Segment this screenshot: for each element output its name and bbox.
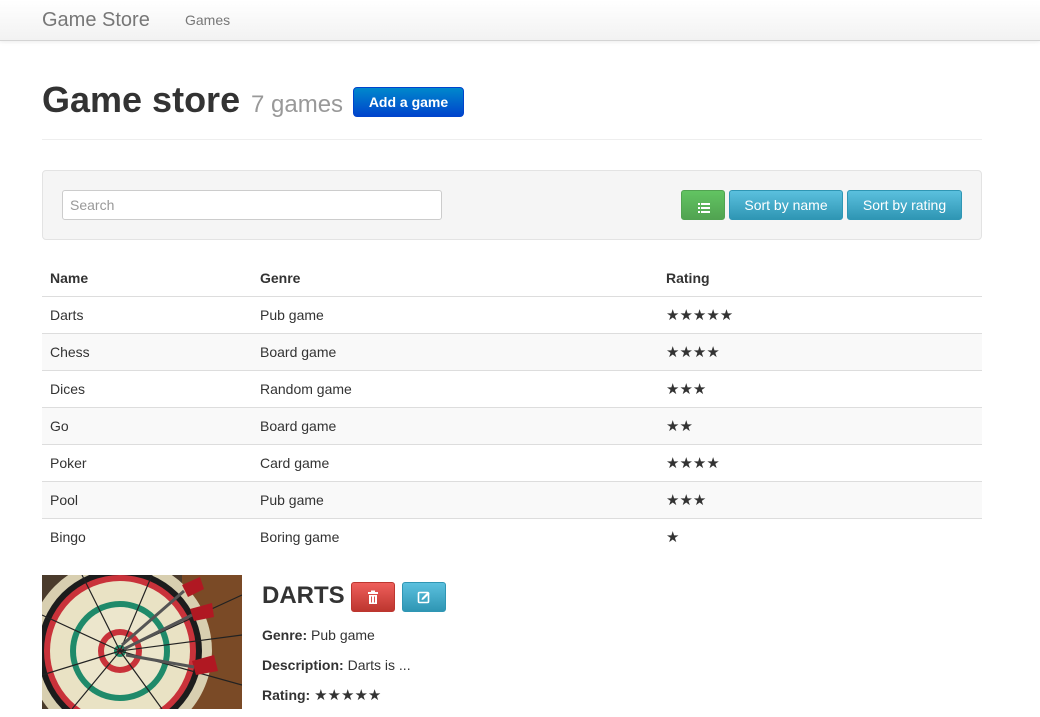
game-name: Darts bbox=[50, 307, 84, 323]
add-game-button[interactable]: Add a game bbox=[353, 87, 464, 117]
detail-rating-label: Rating: bbox=[262, 687, 311, 703]
table-row[interactable]: Pool Pub game ★★★ bbox=[42, 481, 982, 519]
detail-description: Description: Darts is ... bbox=[262, 657, 411, 673]
delete-button[interactable] bbox=[351, 582, 395, 612]
table-row[interactable]: Bingo Boring game ★ bbox=[42, 518, 982, 555]
detail-description-label: Description: bbox=[262, 657, 344, 673]
game-genre: Boring game bbox=[252, 518, 658, 555]
detail-rating-value: ★★★★★ bbox=[314, 687, 382, 704]
game-rating: ★★ bbox=[658, 407, 982, 445]
game-genre: Card game bbox=[252, 444, 658, 482]
sort-by-rating-button[interactable]: Sort by rating bbox=[847, 190, 962, 220]
column-header-genre[interactable]: Genre bbox=[252, 259, 658, 297]
table-row[interactable]: Go Board game ★★ bbox=[42, 407, 982, 445]
game-rating: ★★★ bbox=[658, 370, 982, 408]
game-count: 7 games bbox=[251, 91, 344, 118]
navbar: Game Store Games bbox=[0, 0, 1040, 41]
detail-genre: Genre: Pub game bbox=[262, 627, 375, 643]
toolbar: Sort by name Sort by rating bbox=[42, 170, 982, 240]
game-name: Chess bbox=[42, 333, 252, 371]
game-genre: Board game bbox=[252, 407, 658, 445]
game-name: Pool bbox=[42, 481, 252, 519]
table-row[interactable]: Dices Random game ★★★ bbox=[42, 370, 982, 408]
detail-description-value: Darts is ... bbox=[347, 657, 411, 673]
game-rating: ★★★★ bbox=[658, 444, 982, 482]
table-row[interactable]: Poker Card game ★★★★ bbox=[42, 444, 982, 482]
search-input[interactable] bbox=[62, 190, 442, 220]
detail-title: DARTS bbox=[262, 582, 345, 609]
game-rating: ★ bbox=[658, 518, 982, 555]
game-genre: Board game bbox=[252, 333, 658, 371]
edit-icon bbox=[417, 591, 430, 604]
table-row[interactable]: Darts Pub game ★★★★★ bbox=[42, 297, 982, 334]
table-row[interactable]: Chess Board game ★★★★ bbox=[42, 333, 982, 371]
page-header: Game store 7 games Add a game bbox=[42, 78, 982, 140]
column-header-name[interactable]: Name bbox=[42, 259, 252, 297]
game-name: Bingo bbox=[42, 518, 252, 555]
sort-by-name-button[interactable]: Sort by name bbox=[729, 190, 843, 220]
trash-icon bbox=[368, 590, 378, 604]
page-title: Game store bbox=[42, 79, 241, 120]
game-genre: Pub game bbox=[260, 307, 324, 323]
nav-link-games[interactable]: Games bbox=[185, 12, 230, 28]
brand-link[interactable]: Game Store bbox=[42, 9, 150, 32]
game-image bbox=[42, 575, 242, 709]
game-name: Dices bbox=[42, 370, 252, 408]
detail-genre-value: Pub game bbox=[311, 627, 375, 643]
game-genre: Pub game bbox=[252, 481, 658, 519]
detail-genre-label: Genre: bbox=[262, 627, 308, 643]
detail-rating: Rating: ★★★★★ bbox=[262, 686, 381, 704]
games-table: Name Genre Rating Darts Pub game ★★★★★ C… bbox=[42, 259, 982, 555]
game-rating: ★★★ bbox=[658, 481, 982, 519]
game-genre: Random game bbox=[252, 370, 658, 408]
column-header-rating[interactable]: Rating bbox=[658, 259, 982, 297]
game-rating: ★★★★★ bbox=[666, 307, 734, 324]
edit-button[interactable] bbox=[402, 582, 446, 612]
game-name: Poker bbox=[42, 444, 252, 482]
list-icon bbox=[698, 200, 710, 216]
game-rating: ★★★★ bbox=[658, 333, 982, 371]
game-name: Go bbox=[42, 407, 252, 445]
list-view-button[interactable] bbox=[681, 190, 725, 220]
